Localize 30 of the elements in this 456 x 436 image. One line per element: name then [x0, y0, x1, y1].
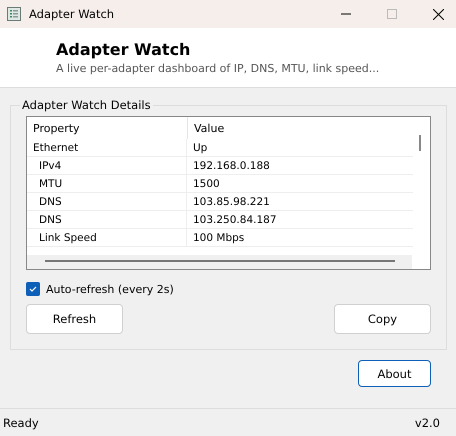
about-button[interactable]: About — [358, 360, 431, 387]
version-text: v2.0 — [414, 416, 440, 430]
check-icon — [28, 284, 38, 294]
scrollbar-thumb[interactable] — [45, 260, 395, 262]
close-icon[interactable] — [433, 8, 444, 20]
action-button[interactable]: Refresh — [26, 304, 123, 334]
table-cell: DNS — [27, 193, 187, 210]
auto-refresh-checkbox[interactable] — [26, 282, 40, 296]
table-cell: MTU — [27, 175, 187, 192]
column-header[interactable]: Value — [188, 117, 430, 139]
table-cell-text: 103.85.98.221 — [192, 194, 270, 210]
app-icon — [7, 7, 21, 21]
table-cell-text: 192.168.0.188 — [192, 158, 270, 174]
window-title: Adapter Watch — [29, 7, 114, 21]
table-cell: Link Speed — [27, 229, 187, 246]
table-cell: Ethernet — [27, 139, 187, 156]
header-subtitle: A live per-adapter dashboard of IP, DNS, MTU, link speed... — [56, 62, 380, 75]
action-button[interactable]: Copy — [334, 304, 431, 334]
table-cell: DNS — [27, 211, 187, 228]
table-cell: IPv4 — [27, 157, 187, 174]
table-cell-text: Up — [192, 140, 208, 156]
checkbox-label: Auto-refresh (every 2s) — [46, 282, 174, 296]
status-text: Ready — [3, 416, 39, 430]
table-cell-text: 1500 — [192, 176, 220, 192]
header-title: Adapter Watch — [56, 40, 192, 59]
table-cell-text: 103.250.84.187 — [192, 212, 276, 228]
scrollbar-thumb[interactable] — [419, 135, 421, 151]
group-title: Adapter Watch Details — [21, 98, 152, 112]
table-cell-text: 100 Mbps — [192, 230, 244, 246]
column-header[interactable]: Property — [27, 117, 188, 139]
